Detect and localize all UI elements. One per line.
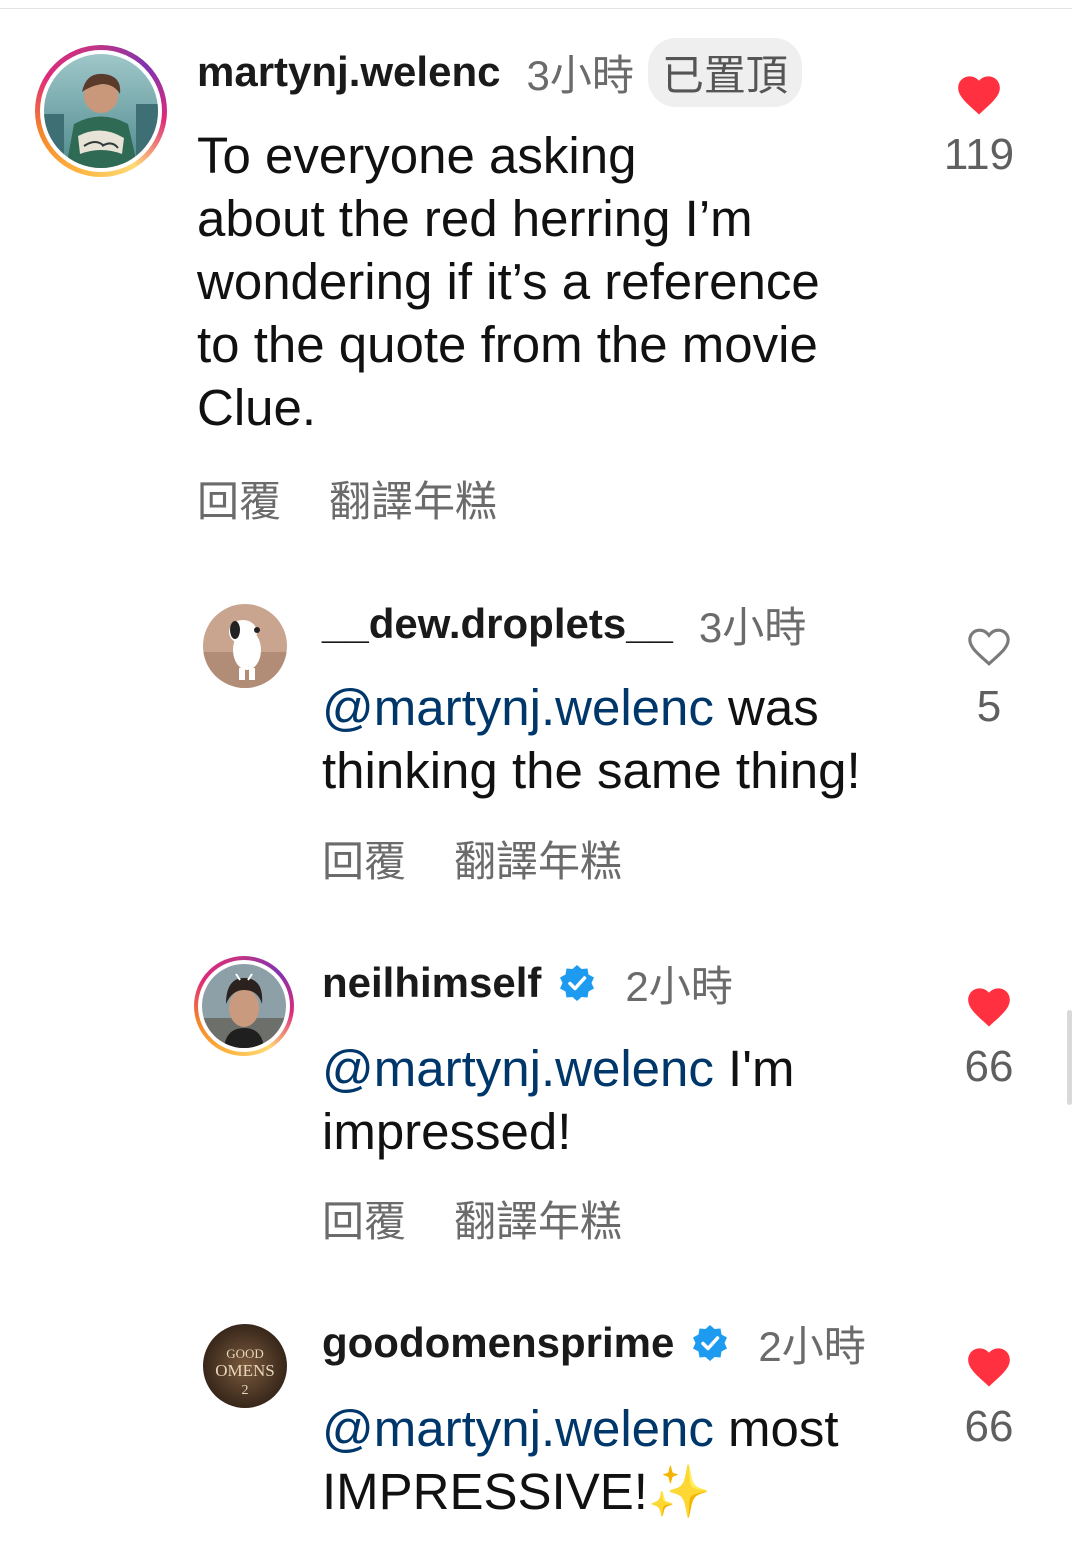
comment-header: martynj.welenc 3小時 已置頂 [197, 37, 802, 107]
heart-filled-icon[interactable] [964, 1342, 1014, 1388]
comment-text-line: thinking the same thing! [322, 742, 861, 799]
comment-header: neilhimself 2小時 [322, 954, 733, 1012]
avatar[interactable]: GOOD OMENS 2 [203, 1324, 287, 1408]
verified-badge-icon [690, 1323, 730, 1363]
svg-text:GOOD: GOOD [226, 1346, 264, 1361]
svg-text:2: 2 [242, 1383, 249, 1398]
comment-text-line: IMPRESSIVE!✨ [322, 1460, 922, 1523]
comment-header: __dew.droplets__ 3小時 [322, 595, 806, 653]
comment-text-segment: most [713, 1400, 839, 1457]
like-count: 66 [964, 1042, 1014, 1091]
avatar-image [44, 54, 158, 168]
like-column: 5 [940, 622, 1038, 732]
reply-button[interactable]: 回覆 [322, 1188, 406, 1249]
comment-header: goodomensprime 2小時 [322, 1314, 866, 1372]
comment-text-segment: was [713, 679, 819, 736]
username[interactable]: __dew.droplets__ [322, 600, 673, 648]
comment-text: To everyone asking about the red herring… [197, 124, 917, 439]
verified-badge-icon [557, 963, 597, 1003]
mention-link[interactable]: @martynj.welenc [322, 1400, 714, 1457]
svg-text:OMENS: OMENS [215, 1361, 275, 1380]
comment-text-line: @martynj.welenc was [322, 676, 922, 739]
like-count: 119 [943, 130, 1015, 179]
sparkles-emoji: ✨ [647, 1463, 712, 1520]
username[interactable]: goodomensprime [322, 1319, 674, 1367]
reply-button[interactable]: 回覆 [322, 828, 406, 889]
comment-actions: 回覆 翻譯年糕 [197, 468, 497, 529]
heart-filled-icon[interactable] [954, 70, 1004, 116]
heart-filled-icon[interactable] [964, 982, 1014, 1028]
reply-button[interactable]: 回覆 [197, 468, 281, 529]
like-column: 66 [940, 982, 1038, 1092]
comment-text: @martynj.welenc most IMPRESSIVE!✨ [322, 1397, 922, 1523]
comment-text-line: @martynj.welenc I'm [322, 1037, 922, 1100]
avatar[interactable] [194, 956, 294, 1056]
username[interactable]: neilhimself [322, 959, 541, 1007]
avatar[interactable] [203, 604, 287, 688]
mention-link[interactable]: @martynj.welenc [322, 1040, 714, 1097]
timestamp: 3小時 [526, 51, 634, 99]
avatar-image [203, 604, 287, 688]
username[interactable]: martynj.welenc [197, 48, 500, 96]
scrollbar[interactable] [1067, 1010, 1072, 1105]
timestamp: 2小時 [625, 962, 733, 1010]
comment-actions: 回覆 翻譯年糕 [322, 1188, 622, 1249]
like-column: 66 [940, 1342, 1038, 1452]
like-count: 5 [976, 682, 1002, 731]
comment-text-line: wondering if it’s a reference [197, 253, 820, 310]
top-divider [0, 8, 1072, 9]
comment-text-line: To everyone asking [197, 127, 637, 184]
translate-button[interactable]: 翻譯年糕 [454, 828, 622, 889]
timestamp: 3小時 [698, 603, 807, 651]
comment-actions: 回覆 翻譯年糕 [322, 828, 622, 889]
timestamp: 2小時 [758, 1322, 866, 1370]
comment-text-segment: I'm [713, 1040, 795, 1097]
comment-text-line: @martynj.welenc most [322, 1397, 922, 1460]
avatar-image: GOOD OMENS 2 [203, 1324, 287, 1408]
translate-button[interactable]: 翻譯年糕 [454, 1188, 622, 1249]
comment-text: @martynj.welenc was thinking the same th… [322, 676, 922, 802]
pinned-badge: 已置頂 [647, 37, 802, 107]
mention-link[interactable]: @martynj.welenc [322, 679, 714, 736]
like-column: 119 [930, 70, 1028, 180]
like-count: 66 [964, 1402, 1014, 1451]
heart-outline-icon[interactable] [964, 622, 1014, 668]
comment-text-line: impressed! [322, 1103, 572, 1160]
comment-text-line: to the quote from the movie [197, 316, 818, 373]
comment-text-line: Clue. [197, 379, 317, 436]
avatar-image [202, 964, 286, 1048]
avatar[interactable] [35, 45, 167, 177]
comment-text-segment: IMPRESSIVE! [322, 1463, 648, 1520]
translate-button[interactable]: 翻譯年糕 [329, 468, 497, 529]
comment-text-line: about the red herring I’m [197, 190, 753, 247]
comment-text: @martynj.welenc I'm impressed! [322, 1037, 922, 1163]
